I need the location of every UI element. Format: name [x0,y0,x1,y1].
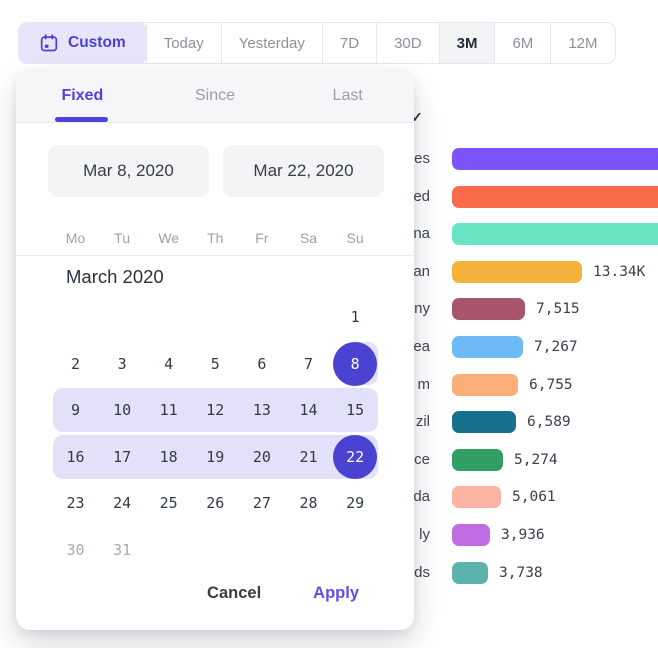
datepicker-footer: Cancel Apply [201,583,365,604]
day-24[interactable]: 24 [99,481,146,525]
day-25[interactable]: 25 [145,481,192,525]
preset-30d[interactable]: 30D [376,23,439,63]
chart-bar[interactable] [452,336,523,358]
weekday-tu: Tu [99,220,146,256]
preset-12m[interactable]: 12M [550,23,614,63]
day-1[interactable]: 1 [332,295,379,339]
day-9[interactable]: 9 [52,388,99,432]
day-30: 30 [52,528,99,572]
chart-bar[interactable] [452,298,525,320]
day-31: 31 [99,528,146,572]
day-10[interactable]: 10 [99,388,146,432]
chart-bar[interactable] [452,562,488,584]
chart-bar[interactable] [452,486,501,508]
day-5[interactable]: 5 [192,342,239,386]
chart-bar[interactable] [452,223,658,245]
day-17[interactable]: 17 [99,435,146,479]
day-4[interactable]: 4 [145,342,192,386]
tab-fixed[interactable]: Fixed [16,70,149,122]
day-28[interactable]: 28 [285,481,332,525]
preset-7d[interactable]: 7D [322,23,376,63]
custom-range-button[interactable]: Custom [18,22,147,64]
day-8[interactable]: 8 [333,342,377,386]
day-29[interactable]: 29 [332,481,379,525]
day-3[interactable]: 3 [99,342,146,386]
day-12[interactable]: 12 [192,388,239,432]
weekday-th: Th [192,220,239,256]
active-tab-underline [55,117,108,122]
tab-since[interactable]: Since [149,70,282,122]
chart-bar-value: 6,589 [527,411,571,433]
preset-group: TodayYesterday7D30D3M6M12M [146,23,615,63]
chart-bar-value: 7,515 [536,298,580,320]
chart-bar-value: 13.34K [593,261,645,283]
weekday-fr: Fr [238,220,285,256]
day-16[interactable]: 16 [52,435,99,479]
day-26[interactable]: 26 [192,481,239,525]
chart-bar[interactable] [452,186,658,208]
chart-bar[interactable] [452,449,503,471]
chart-bar[interactable] [452,261,582,283]
preset-3m[interactable]: 3M [439,23,495,63]
weekday-divider [16,255,414,256]
weekday-su: Su [332,220,379,256]
weekday-we: We [145,220,192,256]
day-21[interactable]: 21 [285,435,332,479]
chart-bar[interactable] [452,411,516,433]
day-19[interactable]: 19 [192,435,239,479]
datepicker-popup: Fixed Since Last Mar 8, 2020 Mar 22, 202… [16,70,414,630]
cancel-button[interactable]: Cancel [201,583,267,604]
chart-bar-value: 6,755 [529,374,573,396]
preset-yesterday[interactable]: Yesterday [221,23,322,63]
day-22[interactable]: 22 [333,435,377,479]
chart-bar-value: 5,061 [512,486,556,508]
datepicker-tabbar: Fixed Since Last [16,70,414,123]
end-date-input[interactable]: Mar 22, 2020 [223,145,384,197]
day-27[interactable]: 27 [238,481,285,525]
day-13[interactable]: 13 [238,388,285,432]
day-7[interactable]: 7 [285,342,332,386]
start-date-input[interactable]: Mar 8, 2020 [48,145,209,197]
preset-today[interactable]: Today [146,23,221,63]
chart-bar[interactable] [452,524,490,546]
chart-bar-value: 3,738 [499,562,543,584]
day-18[interactable]: 18 [145,435,192,479]
preset-6m[interactable]: 6M [494,23,550,63]
month-title: March 2020 [66,266,164,288]
day-2[interactable]: 2 [52,342,99,386]
chart-bar-value: 3,936 [501,524,545,546]
weekday-mo: Mo [52,220,99,256]
weekday-sa: Sa [285,220,332,256]
day-15[interactable]: 15 [332,388,379,432]
chart-bar[interactable] [452,148,658,170]
day-11[interactable]: 11 [145,388,192,432]
day-23[interactable]: 23 [52,481,99,525]
chart-bar-value: 7,267 [534,336,578,358]
tab-last[interactable]: Last [281,70,414,122]
custom-range-label: Custom [68,34,126,52]
date-range-toolbar: Custom TodayYesterday7D30D3M6M12M [18,22,616,64]
chart-bar[interactable] [452,374,518,396]
day-6[interactable]: 6 [238,342,285,386]
calendar-icon [39,33,59,53]
apply-button[interactable]: Apply [307,583,365,604]
screen: esednaan13.34Kny7,515ea7,267m6,755zil6,5… [0,0,658,648]
day-14[interactable]: 14 [285,388,332,432]
day-20[interactable]: 20 [238,435,285,479]
chart-bar-value: 5,274 [514,449,558,471]
